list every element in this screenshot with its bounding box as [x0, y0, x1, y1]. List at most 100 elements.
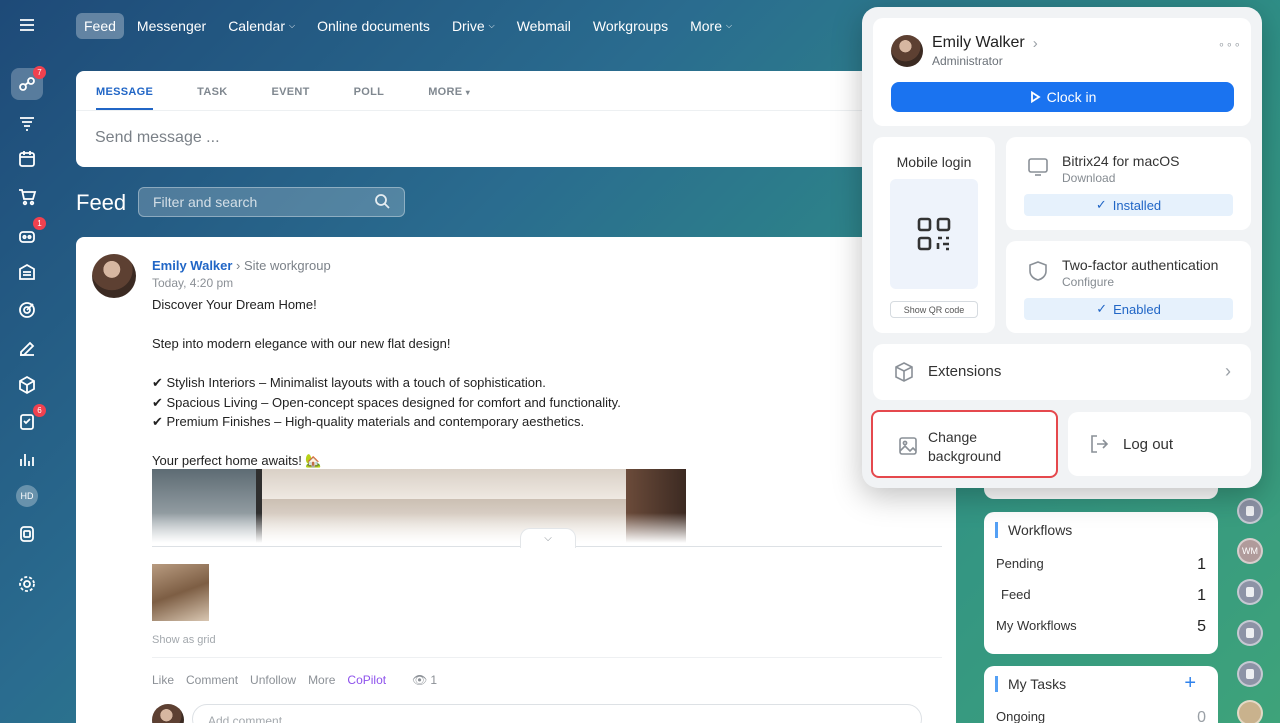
two-factor-card[interactable]: Two-factor authentication Configure ✓ Ena… — [1006, 241, 1251, 333]
settings-icon[interactable] — [11, 568, 43, 600]
page-title: Feed — [76, 190, 127, 215]
top-navigation: Feed Messenger Calendar ⌵ Online document… — [76, 12, 743, 40]
eye-icon: 👁 — [412, 673, 428, 687]
tasks-badge: 6 — [33, 404, 46, 417]
task-row-ongoing[interactable]: Ongoing 0 — [996, 709, 1206, 723]
send-message-input[interactable]: Send message ... — [76, 111, 956, 165]
installed-status: ✓ Installed — [1024, 194, 1233, 216]
tab-poll[interactable]: POLL — [354, 71, 385, 110]
post-image[interactable] — [152, 469, 686, 543]
post-time[interactable]: Today, 4:20 pm — [152, 276, 233, 290]
nav-drive[interactable]: Drive ⌵ — [441, 13, 506, 39]
workflow-row-feed[interactable]: Feed 1 — [996, 587, 1206, 605]
profile-card: Emily Walker › Administrator ∘∘∘ Clock in — [873, 18, 1251, 126]
image-icon — [897, 435, 919, 457]
more-options-icon[interactable]: ∘∘∘ — [1218, 38, 1242, 51]
desktop-app-card[interactable]: Bitrix24 for macOS Download ✓ Installed — [1006, 137, 1251, 230]
my-tasks-widget: My Tasks + Ongoing 0 — [984, 666, 1218, 723]
chevron-down-icon: ⌵ — [488, 21, 495, 30]
commenter-avatar — [152, 704, 184, 723]
chevron-down-icon: ⌵ — [726, 21, 733, 30]
monitor-icon — [1026, 155, 1050, 179]
two-factor-title: Two-factor authentication — [1062, 257, 1219, 273]
calendar-icon[interactable] — [11, 143, 43, 175]
chevron-right-icon: › — [1225, 361, 1231, 381]
sign-icon[interactable] — [11, 331, 43, 363]
filter-search-input[interactable]: Filter and search — [138, 187, 405, 217]
package-icon — [893, 361, 915, 383]
mobile-login-card: Mobile login Show QR code — [873, 137, 995, 333]
log-out-button[interactable]: Log out — [1068, 412, 1251, 476]
activity-icon[interactable]: 7 — [11, 66, 46, 100]
chat-avatar[interactable] — [1237, 498, 1263, 524]
activity-badge: 7 — [33, 66, 46, 79]
target-icon[interactable] — [11, 294, 43, 326]
unfollow-link[interactable]: Unfollow — [250, 673, 296, 687]
workflow-row-my[interactable]: My Workflows 5 — [996, 618, 1206, 636]
show-as-grid-link[interactable]: Show as grid — [152, 634, 216, 646]
chevron-down-icon: ⌵ — [544, 533, 552, 544]
chevron-down-icon: ⌵ — [289, 21, 296, 30]
nav-more[interactable]: More ⌵ — [679, 13, 743, 39]
user-avatar[interactable] — [891, 35, 923, 67]
tasks-icon[interactable]: 6 — [11, 404, 46, 438]
contact-center-icon[interactable] — [11, 518, 43, 550]
nav-calendar[interactable]: Calendar ⌵ — [217, 13, 306, 39]
nav-messenger[interactable]: Messenger — [126, 13, 217, 39]
check-icon: ✓ — [1096, 301, 1108, 316]
menu-icon[interactable] — [11, 9, 43, 41]
feed-post: Emily Walker › Site workgroup Today, 4:2… — [76, 237, 956, 723]
more-link[interactable]: More — [308, 673, 335, 687]
chevron-right-icon: › — [1032, 34, 1038, 52]
like-link[interactable]: Like — [152, 673, 174, 687]
chat-avatar[interactable] — [1237, 579, 1263, 605]
author-avatar[interactable] — [92, 254, 136, 298]
widget-title[interactable]: My Tasks — [995, 676, 1066, 692]
chat-avatar[interactable] — [1237, 700, 1263, 723]
caret-down-icon: ▾ — [465, 88, 471, 97]
tab-task[interactable]: TASK — [197, 71, 227, 110]
extensions-button[interactable]: Extensions › — [873, 344, 1251, 400]
clock-in-button[interactable]: Clock in — [891, 82, 1234, 112]
filter-icon[interactable] — [11, 107, 43, 139]
workflow-row-pending[interactable]: Pending 1 — [996, 556, 1206, 574]
hd-avatar[interactable]: HD — [11, 480, 43, 512]
add-comment-input[interactable]: Add comment — [192, 704, 922, 723]
nav-feed[interactable]: Feed — [76, 13, 124, 39]
change-background-button[interactable]: Change background — [871, 410, 1058, 478]
widget-title[interactable]: Workflows — [995, 522, 1072, 538]
building-icon[interactable] — [11, 256, 43, 288]
inbox-badge: 1 — [33, 217, 46, 230]
nav-workgroups[interactable]: Workgroups — [582, 13, 679, 39]
post-body: Discover Your Dream Home! Step into mode… — [152, 297, 621, 468]
post-group[interactable]: › Site workgroup — [236, 258, 331, 273]
tab-more[interactable]: MORE ▾ — [428, 71, 470, 110]
chart-icon[interactable] — [11, 443, 43, 475]
comment-link[interactable]: Comment — [186, 673, 238, 687]
chat-avatar[interactable]: WM — [1237, 538, 1263, 564]
image-thumbnail[interactable] — [152, 564, 209, 621]
chat-avatar[interactable] — [1237, 620, 1263, 646]
nav-webmail[interactable]: Webmail — [506, 13, 582, 39]
nav-online-documents[interactable]: Online documents — [306, 13, 441, 39]
views-counter: 👁 1 — [412, 673, 438, 687]
cart-icon[interactable] — [11, 181, 43, 213]
chat-avatar[interactable] — [1237, 661, 1263, 687]
enabled-status: ✓ Enabled — [1024, 298, 1233, 320]
desktop-app-download[interactable]: Download — [1062, 171, 1115, 185]
user-name[interactable]: Emily Walker › — [932, 34, 1038, 52]
tab-message[interactable]: MESSAGE — [96, 71, 154, 110]
post-author[interactable]: Emily Walker — [152, 258, 232, 273]
show-qr-code-button[interactable]: Show QR code — [890, 301, 978, 318]
desktop-app-title: Bitrix24 for macOS — [1062, 153, 1180, 169]
post-actions: Like Comment Unfollow More CoPilot 👁 1 — [152, 673, 437, 687]
two-factor-configure[interactable]: Configure — [1062, 275, 1114, 289]
expand-post-button[interactable]: ⌵ — [520, 528, 576, 548]
copilot-link[interactable]: CoPilot — [347, 673, 386, 687]
left-rail: 7 1 6 HD — [0, 0, 56, 723]
search-icon[interactable] — [374, 193, 390, 212]
robot-icon[interactable]: 1 — [11, 217, 46, 251]
tab-event[interactable]: EVENT — [271, 71, 309, 110]
cube-icon[interactable] — [11, 369, 43, 401]
add-task-button[interactable]: + — [1184, 672, 1196, 695]
